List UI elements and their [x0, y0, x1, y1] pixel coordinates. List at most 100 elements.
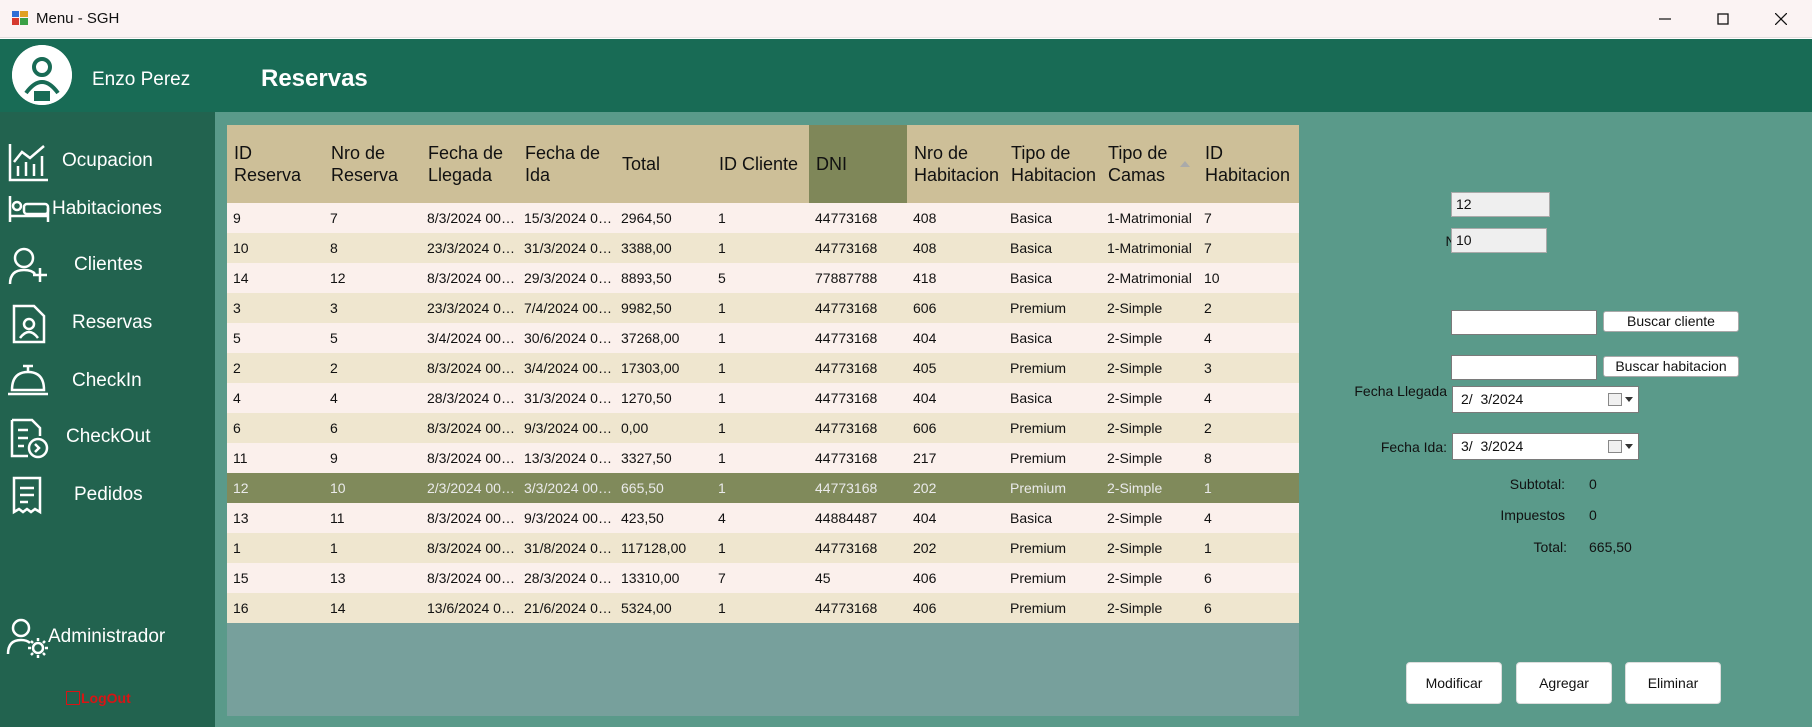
table-cell[interactable]: 31/3/2024 00:00:00	[518, 233, 615, 263]
table-cell[interactable]: 44773168	[809, 533, 907, 563]
table-row[interactable]: 228/3/2024 00:00:003/4/2024 00:00:001730…	[227, 353, 1299, 383]
table-cell[interactable]: 23/3/2024 00:00:00	[421, 293, 518, 323]
table-cell[interactable]: 1	[712, 233, 809, 263]
table-cell[interactable]: 9	[324, 443, 421, 473]
table-cell[interactable]: 13	[324, 563, 421, 593]
maximize-button[interactable]	[1694, 0, 1752, 38]
table-row[interactable]: 4428/3/2024 00:00:0031/3/2024 00:00:0012…	[227, 383, 1299, 413]
table-cell[interactable]: 29/3/2024 00:00:00	[518, 263, 615, 293]
column-header[interactable]: Tipo de Camas	[1101, 125, 1198, 203]
table-cell[interactable]: 1	[712, 533, 809, 563]
table-cell[interactable]: 2-Simple	[1101, 383, 1198, 413]
table-row[interactable]: 10823/3/2024 00:00:0031/3/2024 00:00:003…	[227, 233, 1299, 263]
table-row[interactable]: 668/3/2024 00:00:009/3/2024 00:00:000,00…	[227, 413, 1299, 443]
table-cell[interactable]: Basica	[1004, 503, 1101, 533]
table-cell[interactable]: 17303,00	[615, 353, 712, 383]
table-cell[interactable]: 10	[227, 233, 324, 263]
table-cell[interactable]: 6	[227, 413, 324, 443]
table-cell[interactable]: 1-Matrimonial	[1101, 203, 1198, 233]
table-cell[interactable]: 13310,00	[615, 563, 712, 593]
table-cell[interactable]: 7	[712, 563, 809, 593]
table-cell[interactable]: 4	[712, 503, 809, 533]
table-cell[interactable]: 8/3/2024 00:00:00	[421, 203, 518, 233]
table-cell[interactable]: Premium	[1004, 353, 1101, 383]
table-cell[interactable]: Basica	[1004, 263, 1101, 293]
table-cell[interactable]: 202	[907, 533, 1004, 563]
table-cell[interactable]: 12	[324, 263, 421, 293]
table-cell[interactable]: 11	[324, 503, 421, 533]
table-cell[interactable]: 1	[712, 443, 809, 473]
table-cell[interactable]: 31/3/2024 00:00:00	[518, 383, 615, 413]
table-cell[interactable]: 117128,00	[615, 533, 712, 563]
table-cell[interactable]: 2-Simple	[1101, 323, 1198, 353]
table-cell[interactable]: 1	[712, 593, 809, 623]
table-cell[interactable]: 1	[712, 473, 809, 503]
table-cell[interactable]: 44773168	[809, 233, 907, 263]
table-cell[interactable]: 404	[907, 503, 1004, 533]
table-cell[interactable]: 606	[907, 413, 1004, 443]
table-row[interactable]: 12102/3/2024 00:00:003/3/2024 00:00:0066…	[227, 473, 1299, 503]
cliente-field[interactable]	[1451, 310, 1597, 335]
table-cell[interactable]: 8/3/2024 00:00:00	[421, 503, 518, 533]
table-cell[interactable]: 7	[324, 203, 421, 233]
table-cell[interactable]: 31/8/2024 00:00:00	[518, 533, 615, 563]
table-cell[interactable]: 606	[907, 293, 1004, 323]
table-cell[interactable]: 1	[712, 383, 809, 413]
table-cell[interactable]: 11	[227, 443, 324, 473]
table-cell[interactable]: 5324,00	[615, 593, 712, 623]
table-cell[interactable]: 2-Simple	[1101, 503, 1198, 533]
table-cell[interactable]: Premium	[1004, 563, 1101, 593]
reservas-grid[interactable]: ID Reserva Nro de Reserva Fecha de Llegada…	[227, 125, 1299, 716]
table-cell[interactable]: 7/4/2024 00:00:00	[518, 293, 615, 323]
table-cell[interactable]: 6	[1198, 593, 1299, 623]
column-header[interactable]: ID Habitacion	[1198, 125, 1299, 203]
table-cell[interactable]: 423,50	[615, 503, 712, 533]
table-cell[interactable]: 44773168	[809, 353, 907, 383]
table-cell[interactable]: 4	[1198, 323, 1299, 353]
table-cell[interactable]: 2-Simple	[1101, 593, 1198, 623]
table-cell[interactable]: 13/6/2024 00:00:00	[421, 593, 518, 623]
table-cell[interactable]: 30/6/2024 00:00:00	[518, 323, 615, 353]
table-row[interactable]: 14128/3/2024 00:00:0029/3/2024 00:00:008…	[227, 263, 1299, 293]
table-cell[interactable]: 44773168	[809, 323, 907, 353]
table-cell[interactable]: 44773168	[809, 443, 907, 473]
sidebar-item-clientes[interactable]: Clientes	[0, 240, 215, 290]
table-cell[interactable]: 10	[324, 473, 421, 503]
table-cell[interactable]: 44773168	[809, 293, 907, 323]
table-cell[interactable]: 2-Simple	[1101, 533, 1198, 563]
table-cell[interactable]: 405	[907, 353, 1004, 383]
sidebar-item-habitaciones[interactable]: Habitaciones	[0, 184, 215, 234]
table-cell[interactable]: 4	[324, 383, 421, 413]
table-cell[interactable]: 9/3/2024 00:00:00	[518, 413, 615, 443]
table-cell[interactable]: 1	[712, 323, 809, 353]
table-cell[interactable]: 5	[712, 263, 809, 293]
table-cell[interactable]: 21/6/2024 00:00:00	[518, 593, 615, 623]
table-cell[interactable]: 4	[1198, 383, 1299, 413]
table-cell[interactable]: 406	[907, 563, 1004, 593]
table-cell[interactable]: 8	[324, 233, 421, 263]
table-cell[interactable]: 8/3/2024 00:00:00	[421, 533, 518, 563]
table-cell[interactable]: Premium	[1004, 293, 1101, 323]
table-cell[interactable]: 3/4/2024 00:00:00	[518, 353, 615, 383]
table-cell[interactable]: 6	[324, 413, 421, 443]
table-cell[interactable]: 404	[907, 323, 1004, 353]
table-cell[interactable]: 217	[907, 443, 1004, 473]
table-cell[interactable]: Basica	[1004, 383, 1101, 413]
table-cell[interactable]: 1	[324, 533, 421, 563]
column-header[interactable]: Nro de Reserva	[324, 125, 421, 203]
table-cell[interactable]: 1	[227, 533, 324, 563]
table-cell[interactable]: 8/3/2024 00:00:00	[421, 443, 518, 473]
table-cell[interactable]: 14	[227, 263, 324, 293]
table-cell[interactable]: 8/3/2024 00:00:00	[421, 263, 518, 293]
agregar-button[interactable]: Agregar	[1516, 662, 1612, 704]
table-cell[interactable]: 8893,50	[615, 263, 712, 293]
avatar[interactable]	[12, 45, 72, 105]
table-cell[interactable]: 13/3/2024 00:00:00	[518, 443, 615, 473]
buscar-cliente-button[interactable]: Buscar cliente	[1603, 311, 1739, 332]
eliminar-button[interactable]: Eliminar	[1625, 662, 1721, 704]
table-cell[interactable]: 0,00	[615, 413, 712, 443]
table-cell[interactable]: 15/3/2024 00:00:00	[518, 203, 615, 233]
table-cell[interactable]: 3	[227, 293, 324, 323]
table-cell[interactable]: 3	[324, 293, 421, 323]
sidebar-item-checkout[interactable]: CheckOut	[0, 412, 215, 462]
